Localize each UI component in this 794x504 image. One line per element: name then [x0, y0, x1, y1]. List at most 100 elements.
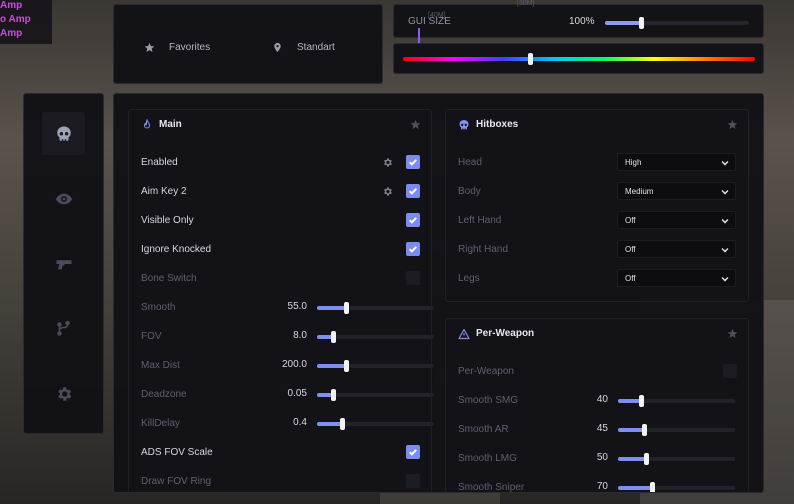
weapon-label: Smooth SMG — [458, 394, 519, 406]
favorite-toggle[interactable] — [727, 328, 738, 339]
settings-gear-button[interactable] — [382, 157, 393, 168]
slider-knob[interactable] — [331, 389, 337, 401]
eye-icon — [55, 193, 72, 204]
sidebar-item-visuals[interactable] — [42, 177, 85, 220]
setting-row-killdelay: KillDelay — [141, 415, 180, 431]
setting-label: KillDelay — [141, 417, 180, 429]
favorite-toggle[interactable] — [410, 119, 421, 130]
card-title: Main — [159, 119, 182, 130]
weapon-label: Smooth AR — [458, 423, 509, 435]
hue-slider[interactable] — [403, 53, 755, 65]
dropdown-value: Off — [625, 273, 636, 283]
sidebar-item-aim[interactable] — [42, 112, 85, 155]
hitbox-dropdown[interactable]: Off — [617, 240, 736, 258]
hitbox-label: Left Hand — [458, 214, 502, 226]
setting-row-visible-only: Visible Only — [141, 212, 194, 228]
favorites-label: Favorites — [169, 42, 211, 53]
setting-label: Draw FOV Ring — [141, 475, 212, 487]
hitbox-label: Head — [458, 156, 482, 168]
slider-knob[interactable] — [639, 395, 645, 407]
setting-row-enabled: Enabled — [141, 154, 178, 170]
background-text: [30M] — [517, 0, 535, 7]
skull-icon — [56, 126, 71, 141]
slider-knob[interactable] — [339, 418, 345, 430]
slider-knob[interactable] — [331, 331, 337, 343]
hitbox-label: Body — [458, 185, 481, 197]
value-slider[interactable] — [618, 482, 735, 492]
sidebar-item-weapons[interactable] — [42, 242, 85, 285]
overlay-text: Amp — [0, 28, 23, 39]
slider-value: 70 — [596, 481, 608, 492]
standart-tab[interactable]: Standart — [272, 42, 335, 53]
favorites-tab[interactable]: Favorites — [144, 42, 210, 53]
hitbox-dropdown[interactable]: Off — [617, 211, 736, 229]
value-slider[interactable] — [317, 389, 434, 401]
weapon-row-smooth-lmg: Smooth LMG — [458, 450, 517, 466]
slider-fill — [317, 306, 347, 310]
slider-fill — [618, 399, 642, 403]
setting-checkbox[interactable] — [406, 271, 420, 285]
setting-label: Bone Switch — [141, 272, 197, 284]
hitbox-label: Legs — [458, 272, 480, 284]
slider-fill — [618, 457, 647, 461]
card-title: Per-Weapon — [476, 328, 535, 339]
value-slider[interactable] — [618, 424, 735, 436]
value-slider[interactable] — [317, 302, 434, 314]
slider-knob[interactable] — [641, 424, 647, 436]
setting-label: Visible Only — [141, 214, 194, 226]
sidebar-item-misc[interactable] — [42, 307, 85, 350]
slider-fill — [618, 486, 652, 490]
slider-fill — [618, 428, 644, 432]
hitbox-dropdown[interactable]: High — [617, 153, 736, 171]
setting-checkbox[interactable] — [406, 242, 420, 256]
hitbox-row-right-hand: Right Hand — [458, 241, 508, 257]
value-slider[interactable] — [317, 331, 434, 343]
setting-row-aim-key-2: Aim Key 2 — [141, 183, 187, 199]
hue-knob[interactable] — [527, 53, 533, 65]
hitbox-row-legs: Legs — [458, 270, 480, 286]
chevron-down-icon — [720, 158, 730, 168]
hitbox-row-head: Head — [458, 154, 482, 170]
value-slider[interactable] — [317, 360, 434, 372]
chevron-down-icon — [720, 274, 730, 284]
weapon-row-per-weapon: Per-Weapon — [458, 363, 514, 379]
slider-knob[interactable] — [344, 302, 350, 314]
slider-value: 200.0 — [281, 359, 307, 370]
setting-label: Deadzone — [141, 388, 187, 400]
slider-knob[interactable] — [344, 360, 350, 372]
setting-checkbox[interactable] — [406, 213, 420, 227]
setting-label: ADS FOV Scale — [141, 446, 213, 458]
setting-checkbox[interactable] — [406, 474, 420, 488]
gear-icon — [384, 187, 392, 196]
hue-panel — [393, 43, 764, 74]
settings-gear-button[interactable] — [382, 186, 393, 197]
standart-label: Standart — [297, 42, 335, 53]
hitbox-dropdown[interactable]: Medium — [617, 182, 736, 200]
star-icon — [410, 119, 421, 129]
value-slider[interactable] — [317, 418, 434, 430]
setting-checkbox[interactable] — [406, 184, 420, 198]
value-slider[interactable] — [618, 395, 735, 407]
star-icon — [727, 119, 738, 129]
setting-checkbox[interactable] — [406, 155, 420, 169]
setting-checkbox[interactable] — [723, 364, 737, 378]
dropdown-value: High — [625, 157, 642, 167]
cursor-marker — [418, 28, 420, 44]
hitbox-dropdown[interactable]: Off — [617, 269, 736, 287]
value-slider[interactable] — [618, 453, 735, 465]
setting-label: Aim Key 2 — [141, 185, 187, 197]
sidebar-item-settings[interactable] — [42, 372, 85, 415]
slider-value: 0.05 — [287, 388, 307, 399]
setting-checkbox[interactable] — [406, 445, 420, 459]
slider-knob[interactable] — [649, 482, 655, 492]
slider-knob[interactable] — [639, 17, 644, 29]
sidebar — [23, 93, 104, 434]
weapon-label: Smooth LMG — [458, 452, 517, 464]
setting-row-smooth: Smooth — [141, 299, 175, 315]
favorite-toggle[interactable] — [727, 119, 738, 130]
gui-size-slider[interactable] — [605, 17, 749, 29]
slider-knob[interactable] — [644, 453, 650, 465]
setting-row-draw-fov-ring: Draw FOV Ring — [141, 473, 211, 489]
warning-triangle-icon — [458, 328, 470, 340]
slider-value: 55.0 — [287, 301, 307, 312]
